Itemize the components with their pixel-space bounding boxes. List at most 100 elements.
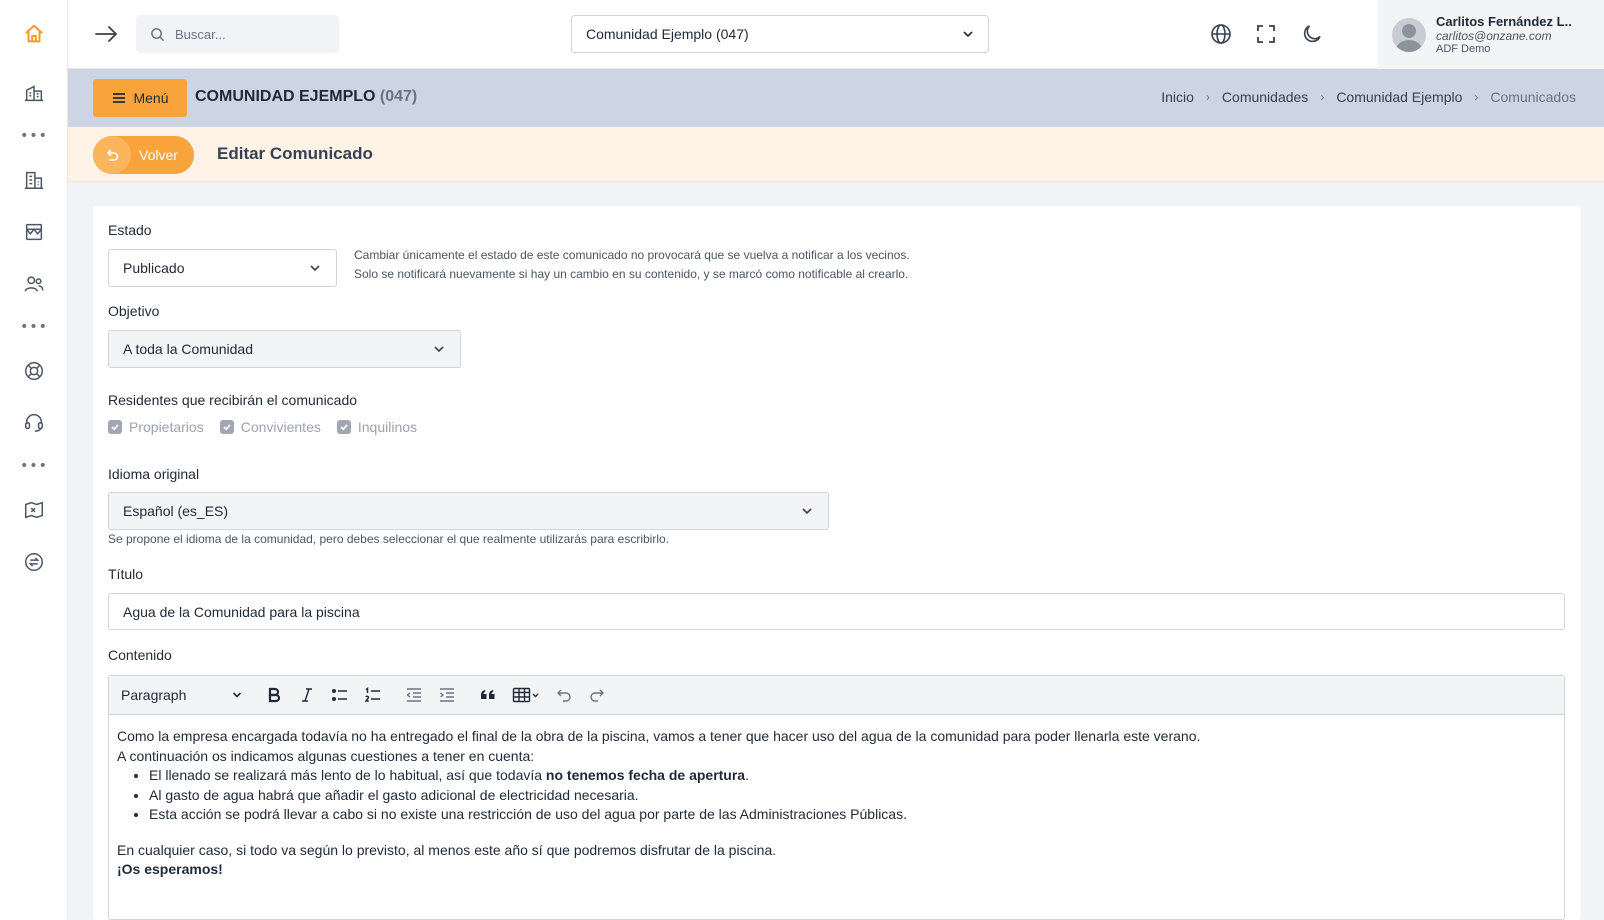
lifebuoy-icon[interactable] [14, 351, 54, 391]
community-title: COMUNIDAD EJEMPLO (047) [195, 88, 417, 106]
more-icon-2[interactable]: ••• [14, 317, 54, 337]
undo-icon[interactable] [551, 682, 577, 708]
more-icon[interactable]: ••• [14, 126, 54, 146]
search-input[interactable] [175, 26, 325, 42]
content-list: El llenado se realizará más lento de lo … [117, 766, 1556, 825]
page-title: Editar Comunicado [217, 144, 373, 163]
map-icon[interactable] [14, 490, 54, 530]
menu-button[interactable]: Menú [93, 79, 187, 117]
titulo-label: Título [108, 566, 144, 582]
user-email: carlitos@onzane.com [1436, 29, 1552, 43]
quote-icon[interactable] [475, 682, 501, 708]
office-building-icon[interactable] [14, 160, 54, 200]
avatar [1392, 17, 1426, 52]
objetivo-select[interactable]: A toda la Comunidad [108, 330, 461, 368]
italic-icon[interactable] [294, 682, 320, 708]
content-paragraph-3: En cualquier caso, si todo va según lo p… [117, 841, 777, 858]
fullscreen-icon[interactable] [1254, 22, 1278, 46]
community-select[interactable]: Comunidad Ejemplo (047) [571, 15, 989, 53]
bold-icon[interactable] [261, 682, 287, 708]
editor-toolbar: Paragraph [109, 676, 1564, 715]
breadcrumb-current: Comunicados [1490, 89, 1576, 105]
indent-icon[interactable] [434, 682, 460, 708]
table-icon[interactable] [508, 682, 544, 708]
content-paragraph-4: ¡Os esperamos! [117, 861, 223, 877]
hamburger-icon [113, 93, 126, 103]
arrow-right-icon[interactable] [92, 20, 120, 48]
menu-button-label: Menú [133, 90, 169, 106]
list-item: El llenado se realizará más lento de lo … [149, 766, 1556, 786]
chevron-down-icon [802, 508, 812, 515]
chevron-down-icon [963, 31, 973, 38]
action-bar: Volver Editar Comunicado [68, 127, 1604, 182]
idioma-hint: Se propone el idioma de la comunidad, pe… [108, 532, 669, 546]
search-icon [151, 27, 165, 41]
checkbox-inquilinos[interactable]: Inquilinos [336, 419, 418, 435]
content-paragraph-1: Como la empresa encargada todavía no ha … [117, 728, 1201, 744]
breadcrumb-comunidades[interactable]: Comunidades [1222, 89, 1308, 105]
objetivo-value: A toda la Comunidad [123, 341, 253, 357]
list-item: Al gasto de agua habrá que añadir el gas… [149, 786, 1556, 806]
building-dashboard-icon[interactable] [14, 73, 54, 113]
breadcrumb-comunidad[interactable]: Comunidad Ejemplo [1336, 89, 1462, 105]
globe-icon[interactable] [1209, 22, 1233, 46]
checkbox-inquilinos-label: Inquilinos [357, 419, 418, 435]
chevron-right-icon: › [1205, 90, 1210, 104]
search-box[interactable] [136, 15, 339, 53]
chevron-down-icon [434, 346, 444, 353]
checkbox-convivientes[interactable]: Convivientes [219, 419, 321, 435]
estado-hint: Cambiar únicamente el estado de este com… [354, 246, 910, 284]
titulo-input[interactable] [108, 593, 1565, 630]
estado-label: Estado [108, 222, 152, 238]
list-item: Esta acción se podrá llevar a cabo si no… [149, 805, 1556, 825]
content-paragraph-2: A continuación os indicamos algunas cues… [117, 747, 535, 764]
top-bar: Comunidad Ejemplo (047) Carlitos Fernánd… [68, 0, 1604, 69]
numbered-list-icon[interactable] [360, 682, 386, 708]
paragraph-format-value: Paragraph [121, 687, 187, 703]
back-button[interactable]: Volver [93, 136, 194, 174]
estado-select[interactable]: Publicado [108, 249, 337, 287]
chevron-down-icon [232, 692, 242, 698]
back-button-label: Volver [139, 147, 178, 163]
breadcrumb-inicio[interactable]: Inicio [1161, 89, 1194, 105]
redo-icon[interactable] [584, 682, 610, 708]
idioma-select[interactable]: Español (es_ES) [108, 492, 829, 530]
chevron-right-icon: › [1474, 90, 1479, 104]
moon-icon[interactable] [1300, 22, 1324, 46]
user-org: ADF Demo [1436, 43, 1491, 55]
users-icon[interactable] [14, 264, 54, 304]
user-name: Carlitos Fernández L.. [1436, 14, 1572, 29]
outdent-icon[interactable] [401, 682, 427, 708]
left-sidebar: ••• ••• ••• [0, 0, 68, 920]
idioma-value: Español (es_ES) [123, 503, 229, 519]
store-icon[interactable] [14, 212, 54, 252]
objetivo-label: Objetivo [108, 303, 160, 319]
estado-value: Publicado [123, 260, 185, 276]
community-select-value: Comunidad Ejemplo (047) [586, 26, 749, 42]
editor-content[interactable]: Como la empresa encargada todavía no ha … [109, 715, 1564, 892]
checkbox-propietarios[interactable]: Propietarios [108, 419, 204, 435]
community-header: Menú COMUNIDAD EJEMPLO (047) Inicio › Co… [68, 69, 1604, 127]
estado-hint-line1: Cambiar únicamente el estado de este com… [354, 248, 910, 262]
home-icon[interactable] [14, 14, 54, 54]
contenido-label: Contenido [108, 647, 172, 663]
chevron-down-icon [310, 265, 320, 272]
user-menu[interactable]: Carlitos Fernández L.. carlitos@onzane.c… [1378, 0, 1604, 69]
estado-hint-line2: Solo se notificará nuevamente si hay un … [354, 267, 909, 281]
headset-icon[interactable] [14, 402, 54, 442]
chevron-right-icon: › [1320, 90, 1325, 104]
more-icon-3[interactable]: ••• [14, 456, 54, 476]
check-icon [108, 420, 122, 434]
paragraph-format-select[interactable]: Paragraph [121, 687, 243, 703]
bulleted-list-icon[interactable] [327, 682, 353, 708]
check-icon [336, 420, 351, 434]
checkbox-propietarios-label: Propietarios [129, 419, 204, 435]
breadcrumb: Inicio › Comunidades › Comunidad Ejemplo… [1161, 89, 1576, 105]
exchange-icon[interactable] [14, 542, 54, 582]
undo-icon [93, 136, 131, 174]
residentes-checkboxes: Propietarios Convivientes Inquilinos [108, 419, 433, 435]
idioma-label: Idioma original [108, 466, 200, 482]
check-icon [219, 420, 234, 434]
checkbox-convivientes-label: Convivientes [240, 419, 321, 435]
rich-text-editor: Paragraph Como la empresa encargada toda… [108, 675, 1565, 920]
